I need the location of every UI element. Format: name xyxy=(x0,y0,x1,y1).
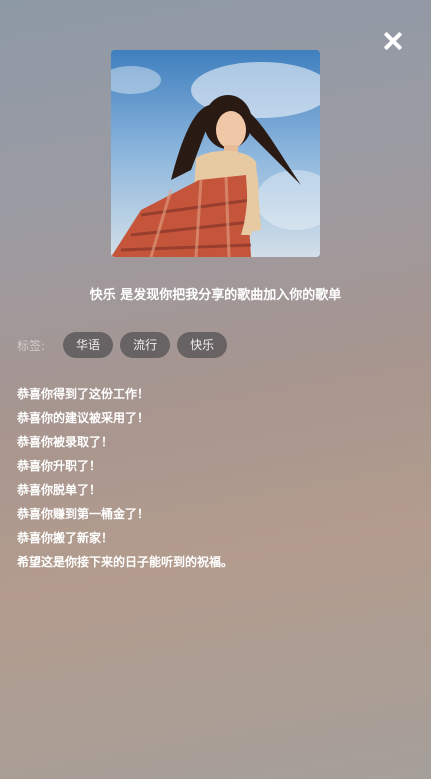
description-line: 恭喜你脱单了！ xyxy=(17,483,102,497)
description-line: 恭喜你得到了这份工作！ xyxy=(17,387,150,401)
description-line: 恭喜你赚到第一桶金了！ xyxy=(17,507,150,521)
tag-pop[interactable]: 流行 xyxy=(120,332,171,358)
description-line: 希望这是你接下来的日子能听到的祝福。 xyxy=(17,555,234,569)
tag-label: 标签: xyxy=(17,338,46,353)
cover-image xyxy=(111,50,320,257)
tag-chinese[interactable]: 华语 xyxy=(63,332,114,358)
cover-photo xyxy=(111,50,320,257)
description-line: 恭喜你搬了新家！ xyxy=(17,531,114,545)
description-line: 恭喜你升职了！ xyxy=(17,459,102,473)
description: 恭喜你得到了这份工作！ 恭喜你的建议被采用了！ 恭喜你被录取了！ 恭喜你升职了！… xyxy=(17,382,417,574)
close-icon[interactable] xyxy=(380,28,406,54)
tag-happy[interactable]: 快乐 xyxy=(177,332,228,358)
share-title: 快乐 是发现你把我分享的歌曲加入你的歌单 xyxy=(89,288,342,303)
tag-row: 标签: 华语 流行 快乐 xyxy=(17,332,234,358)
description-line: 恭喜你被录取了！ xyxy=(17,435,114,449)
description-line: 恭喜你的建议被采用了！ xyxy=(17,411,150,425)
